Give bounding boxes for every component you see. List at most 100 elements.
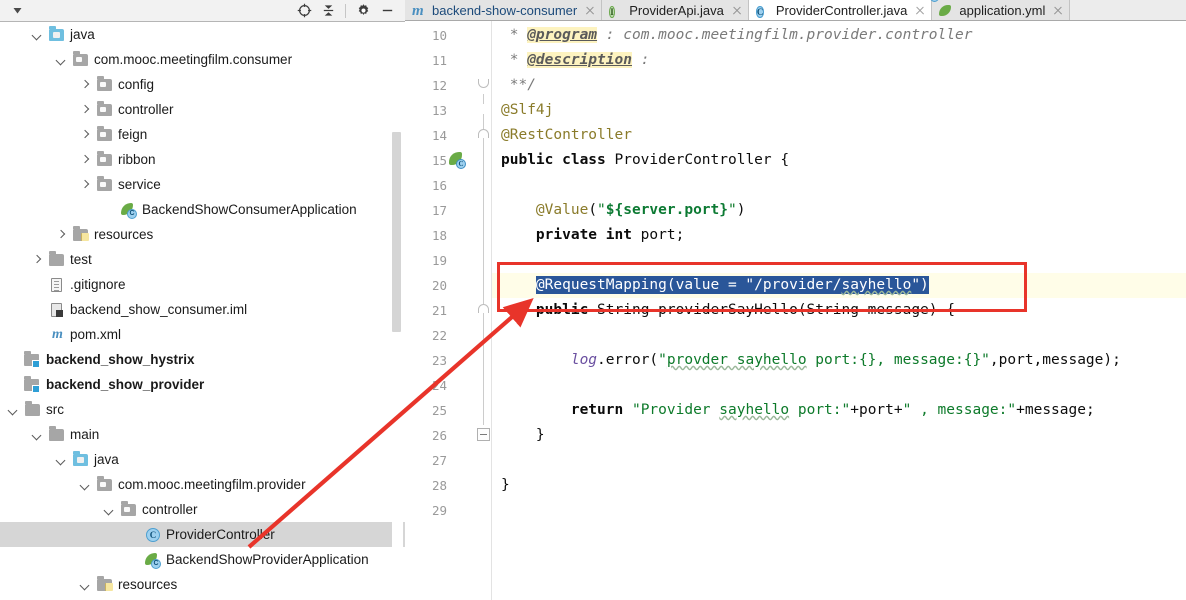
code-line[interactable]: **/ [492, 73, 1186, 98]
close-icon[interactable] [731, 5, 743, 17]
tree-item[interactable]: java [0, 22, 405, 47]
code-line[interactable] [492, 498, 1186, 523]
editor-tab-2[interactable]: I ProviderApi.java [602, 0, 749, 20]
tree-item-label: backend_show_provider [46, 376, 205, 392]
code-line[interactable] [492, 173, 1186, 198]
collapse-all-button[interactable] [316, 1, 340, 21]
tree-item[interactable]: main [0, 422, 405, 447]
tree-item[interactable]: java [0, 447, 405, 472]
editor-tab-1[interactable]: m backend-show-consumer [405, 0, 603, 20]
tree-item[interactable]: test [0, 247, 405, 272]
chevron-right-icon[interactable] [78, 128, 92, 142]
fold-collapse-marker[interactable] [477, 428, 490, 441]
tree-item[interactable]: C BackendShowConsumerApplication [0, 197, 405, 222]
toolbar-divider [345, 3, 346, 18]
code-line[interactable]: * @description : [492, 48, 1186, 73]
code-line[interactable]: } [492, 423, 1186, 448]
folder-package-icon [96, 176, 113, 193]
tree-item-label: java [70, 26, 95, 42]
code-line[interactable]: } [492, 473, 1186, 498]
tree-item[interactable]: com.mooc.meetingfilm.consumer [0, 47, 405, 72]
chevron-down-icon[interactable] [78, 578, 92, 592]
code-line[interactable]: @RestController [492, 123, 1186, 148]
tree-item[interactable]: service [0, 172, 405, 197]
chevron-right-icon[interactable] [78, 78, 92, 92]
tree-item[interactable]: C BackendShowProviderApplication [0, 547, 405, 572]
code-line[interactable] [492, 373, 1186, 398]
code-line[interactable]: @Slf4j [492, 98, 1186, 123]
settings-button[interactable] [351, 1, 375, 21]
tree-item[interactable]: backend_show_provider [0, 372, 405, 397]
spring-bean-icon[interactable]: C [449, 152, 466, 169]
tree-item[interactable]: feign [0, 122, 405, 147]
code-line[interactable] [492, 448, 1186, 473]
chevron-down-icon[interactable] [102, 503, 116, 517]
tree-item-label: com.mooc.meetingfilm.consumer [94, 51, 293, 67]
tree-item[interactable]: m pom.xml [0, 322, 405, 347]
project-view-dropdown[interactable] [2, 1, 32, 21]
code-line[interactable] [492, 248, 1186, 273]
code-editor[interactable]: 10 11 12 13 14 15 16 17 18 19 20 21 22 23 24 25 26 27 28 29… [405, 21, 1186, 600]
select-opened-file-button[interactable] [292, 1, 316, 21]
chevron-down-icon[interactable] [54, 453, 68, 467]
tree-item[interactable]: ribbon [0, 147, 405, 172]
fold-region-cap[interactable] [478, 129, 489, 138]
chevron-right-icon[interactable] [78, 153, 92, 167]
tree-item-label: config [118, 76, 155, 92]
hide-panel-button[interactable] [375, 1, 399, 21]
fold-region-cap[interactable] [478, 304, 489, 313]
code-line[interactable]: return "Provider sayhello port:"+port+" … [492, 398, 1186, 423]
tree-item[interactable]: src [0, 397, 405, 422]
module-icon [24, 351, 41, 368]
chevron-down-icon[interactable] [30, 28, 44, 42]
tree-item[interactable]: controller [0, 97, 405, 122]
chevron-down-icon[interactable] [78, 478, 92, 492]
close-icon[interactable] [584, 5, 596, 17]
chevron-down-icon[interactable] [30, 428, 44, 442]
project-tree[interactable]: java com.mooc.meetingfilm.consumer config c… [0, 22, 405, 600]
tree-item[interactable]: backend_show_consumer.iml [0, 297, 405, 322]
module-icon [24, 376, 41, 393]
chevron-right-icon[interactable] [54, 228, 68, 242]
code-line[interactable]: @RequestMapping(value = "/provider/sayhe… [492, 273, 1186, 298]
line-number: 13 [431, 103, 447, 118]
editor-tab-3[interactable]: C ProviderController.java [748, 0, 933, 20]
chevron-down-icon[interactable] [6, 403, 20, 417]
code-line[interactable]: * @program : com.mooc.meetingfilm.provid… [492, 23, 1186, 48]
tree-item[interactable]: config [0, 72, 405, 97]
editor-tab-4[interactable]: application.yml [930, 0, 1071, 20]
close-icon[interactable] [914, 5, 926, 17]
chevron-down-icon[interactable] [54, 53, 68, 67]
close-icon[interactable] [1052, 5, 1064, 17]
chevron-right-icon[interactable] [78, 178, 92, 192]
code-line[interactable]: log.error("provder sayhello port:{}, mes… [492, 348, 1186, 373]
tree-item[interactable]: controller [0, 497, 405, 522]
code-line[interactable]: public String providerSayHello(String me… [492, 298, 1186, 323]
code-line[interactable]: private int port; [492, 223, 1186, 248]
tree-item[interactable]: .gitignore [0, 272, 405, 297]
editor-tab-bar[interactable]: m backend-show-consumer I ProviderApi.java C… [405, 0, 1186, 21]
tree-item-label: main [70, 426, 100, 442]
tree-item[interactable]: resources [0, 572, 405, 597]
fold-region-cap[interactable] [478, 79, 489, 88]
code-line[interactable]: @Value("${server.port}") [492, 198, 1186, 223]
tree-item[interactable]: backend_show_hystrix [0, 347, 405, 372]
file-iml-icon [48, 302, 65, 318]
chevron-right-icon[interactable] [30, 253, 44, 267]
tree-item-selected[interactable]: C ProviderController [0, 522, 405, 547]
project-scrollbar-track[interactable] [392, 22, 403, 600]
code-line[interactable]: public class ProviderController { [492, 148, 1186, 173]
code-content[interactable]: * @program : com.mooc.meetingfilm.provid… [492, 21, 1186, 600]
editor-tab-label: ProviderApi.java [629, 2, 724, 18]
tree-item[interactable]: resources [0, 222, 405, 247]
project-scrollbar-thumb[interactable] [392, 132, 401, 332]
tree-item[interactable]: com.mooc.meetingfilm.provider [0, 472, 405, 497]
code-line[interactable] [492, 323, 1186, 348]
project-toolbar [0, 0, 405, 22]
code-line-text: @RestController [501, 127, 632, 143]
chevron-right-icon[interactable] [78, 103, 92, 117]
editor-gutter[interactable]: 10 11 12 13 14 15 16 17 18 19 20 21 22 23 24 25 26 27 28 29… [405, 21, 492, 600]
